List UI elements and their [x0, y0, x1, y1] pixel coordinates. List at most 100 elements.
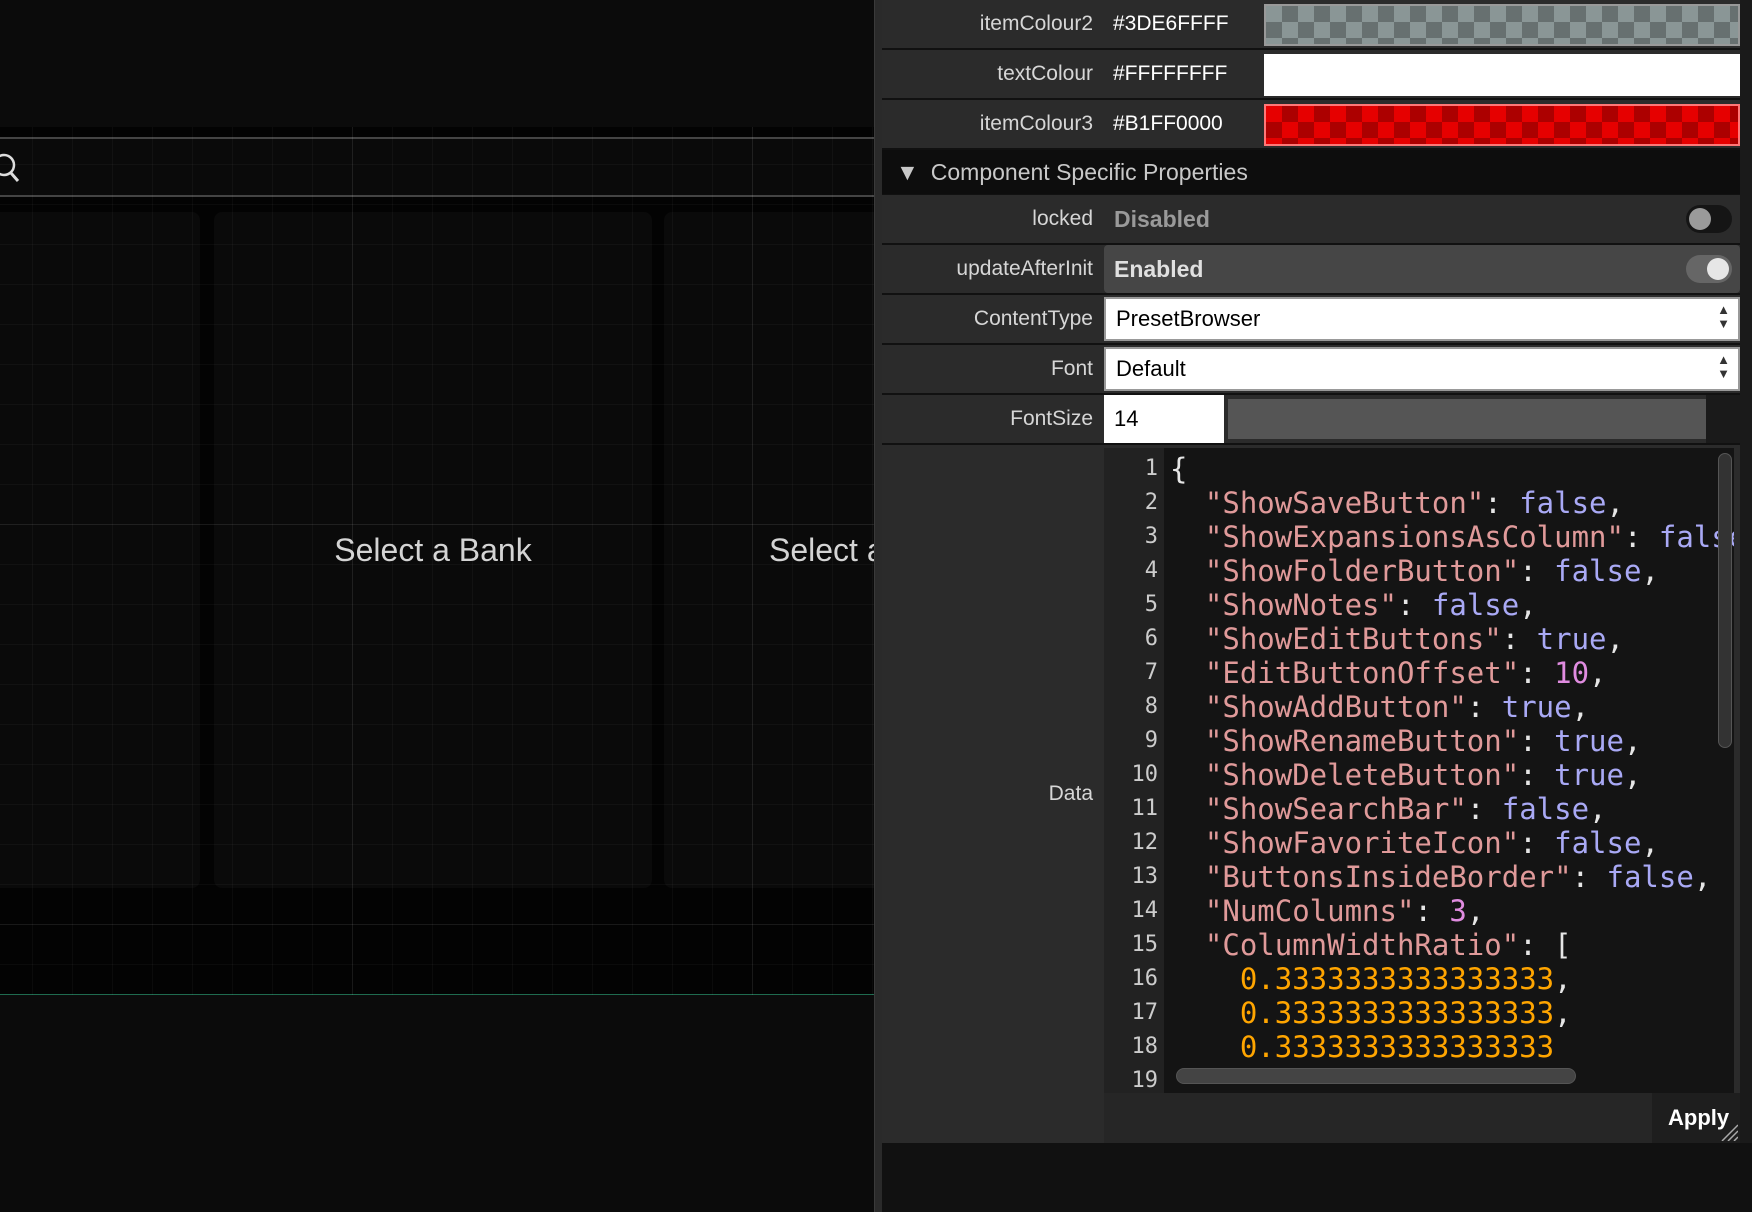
colour-swatch[interactable]: [1264, 4, 1740, 46]
code-line: "ShowSearchBar": false,: [1170, 792, 1607, 826]
code-token-bool: false: [1519, 486, 1607, 520]
select-value: Default: [1116, 356, 1186, 381]
colour-value[interactable]: #B1FF0000: [1113, 100, 1223, 148]
code-token-punct: ,: [1554, 996, 1572, 1030]
prop-fontsize: FontSize 14: [882, 395, 1740, 443]
fontsize-input[interactable]: 14: [1104, 395, 1224, 443]
code-token-punct: ,: [1519, 588, 1537, 622]
line-number: 18: [1131, 1034, 1159, 1059]
code-token-bool: false: [1554, 826, 1642, 860]
code-line: "ColumnWidthRatio": [: [1170, 928, 1572, 962]
code-token-key: "ShowRenameButton": [1170, 724, 1520, 758]
panel-divider[interactable]: [874, 0, 882, 1212]
code-token-punct: {: [1170, 452, 1188, 486]
code-token-bool: true: [1501, 690, 1572, 724]
code-token-num: 10: [1554, 656, 1590, 690]
code-token-key: "ShowFavoriteIcon": [1170, 826, 1520, 860]
toggle-switch[interactable]: [1686, 255, 1732, 283]
line-number: 13: [1131, 864, 1159, 889]
code-line: 0.3333333333333333,: [1170, 996, 1572, 1030]
prop-label: itemColour2: [979, 12, 1093, 35]
prop-textcolour: textColour #FFFFFFFF: [882, 50, 1740, 98]
prop-updateafterinit: updateAfterInit Enabled: [882, 245, 1740, 293]
code-token-punct: ,: [1606, 622, 1624, 656]
code-token-key: "EditButtonOffset": [1170, 656, 1520, 690]
updateafterinit-toggle[interactable]: Enabled: [1104, 245, 1740, 293]
code-token-punct: :: [1623, 520, 1659, 554]
column-3[interactable]: Select a: [664, 212, 874, 888]
code-token-punct: :: [1519, 554, 1555, 588]
preset-browser: Select a Bank Select a: [0, 127, 874, 994]
column-1[interactable]: [0, 212, 200, 888]
select-value: PresetBrowser: [1116, 306, 1261, 331]
line-number: 11: [1131, 796, 1159, 821]
code-token-punct: :: [1519, 724, 1555, 758]
line-number: 3: [1144, 524, 1158, 549]
code-token-punct: ,: [1589, 656, 1607, 690]
panel-scrollbar[interactable]: [1740, 0, 1752, 1143]
code-token-punct: :: [1396, 588, 1432, 622]
code-token-punct: ,: [1623, 758, 1642, 792]
locked-toggle[interactable]: Disabled: [1104, 195, 1740, 243]
line-number-gutter: 1 2 3 4 5 6 7 8 9 10 11 12 13 14 15 16 17 18 19: [1104, 448, 1164, 1093]
colour-swatch[interactable]: [1264, 104, 1740, 146]
code-token-punct: ,: [1466, 894, 1485, 928]
search-bar[interactable]: [0, 137, 874, 197]
code-token-punct: ,: [1641, 826, 1659, 860]
colour-value[interactable]: #3DE6FFFF: [1113, 0, 1229, 48]
interface-canvas: Select a Bank Select a: [0, 0, 874, 1212]
line-number: 1: [1144, 456, 1158, 481]
code-token-key: "ShowEditButtons": [1170, 622, 1502, 656]
prop-label: locked: [1032, 207, 1093, 230]
code-token-bool: false: [1606, 860, 1694, 894]
json-code-editor[interactable]: 1 2 3 4 5 6 7 8 9 10 11 12 13 14 15 16 17 18 19 { "ShowSav…: [1104, 448, 1734, 1093]
line-number: 16: [1131, 966, 1159, 991]
code-token-key: "ShowFolderButton": [1170, 554, 1520, 588]
code-token-bool: true: [1554, 724, 1624, 758]
code-token-punct: :: [1519, 758, 1555, 792]
code-token-bool: true: [1554, 758, 1624, 792]
column-2[interactable]: Select a Bank: [214, 212, 652, 888]
vertical-scrollbar[interactable]: [1718, 453, 1732, 748]
code-token-punct: :: [1571, 860, 1607, 894]
code-token-punct: :: [1501, 622, 1537, 656]
code-token-float: 0.3333333333333333: [1170, 962, 1555, 996]
code-token-key: "ShowSaveButton": [1170, 486, 1485, 520]
line-number: 14: [1131, 898, 1159, 923]
code-line: "ShowFolderButton": false,: [1170, 554, 1659, 588]
colour-value[interactable]: #FFFFFFFF: [1113, 50, 1227, 98]
contenttype-select[interactable]: PresetBrowser ▲ ▼: [1104, 297, 1740, 341]
section-header[interactable]: ▼ Component Specific Properties: [882, 150, 1740, 194]
prop-label: ContentType: [973, 307, 1093, 330]
section-title: Component Specific Properties: [930, 159, 1248, 185]
code-line: 0.3333333333333333,: [1170, 962, 1572, 996]
code-token-punct: :: [1519, 826, 1555, 860]
font-select[interactable]: Default ▲ ▼: [1104, 347, 1740, 391]
code-token-bool: false: [1501, 792, 1590, 826]
code-token-punct: :: [1414, 894, 1450, 928]
code-token-key: "NumColumns": [1170, 894, 1415, 928]
resize-grip-icon[interactable]: [1718, 1121, 1738, 1141]
column-3-label: Select a: [769, 531, 874, 568]
prop-font: Font Default ▲ ▼: [882, 345, 1740, 393]
search-icon: [0, 153, 20, 182]
fontsize-slider[interactable]: [1228, 399, 1706, 439]
line-number: 2: [1144, 490, 1158, 515]
code-token-punct: ,: [1589, 792, 1607, 826]
toggle-switch[interactable]: [1686, 205, 1732, 233]
code-token-bool: false: [1554, 554, 1642, 588]
code-line: "ButtonsInsideBorder": false,: [1170, 860, 1711, 894]
code-line: "ShowAddButton": true,: [1170, 690, 1589, 724]
code-line: "ShowExpansionsAsColumn": false,: [1170, 520, 1734, 554]
colour-swatch[interactable]: [1264, 54, 1740, 96]
line-number: 17: [1131, 1000, 1159, 1025]
code-token-float: 0.3333333333333333: [1170, 1030, 1555, 1064]
prop-label: itemColour3: [979, 112, 1093, 135]
code-line: "ShowNotes": false,: [1170, 588, 1537, 622]
code-token-key: "ShowSearchBar": [1170, 792, 1467, 826]
horizontal-scrollbar[interactable]: [1176, 1068, 1576, 1084]
line-number: 5: [1144, 592, 1158, 617]
code-token-punct: :: [1466, 690, 1502, 724]
code-token-punct: ,: [1623, 724, 1642, 758]
line-number: 19: [1131, 1068, 1159, 1093]
